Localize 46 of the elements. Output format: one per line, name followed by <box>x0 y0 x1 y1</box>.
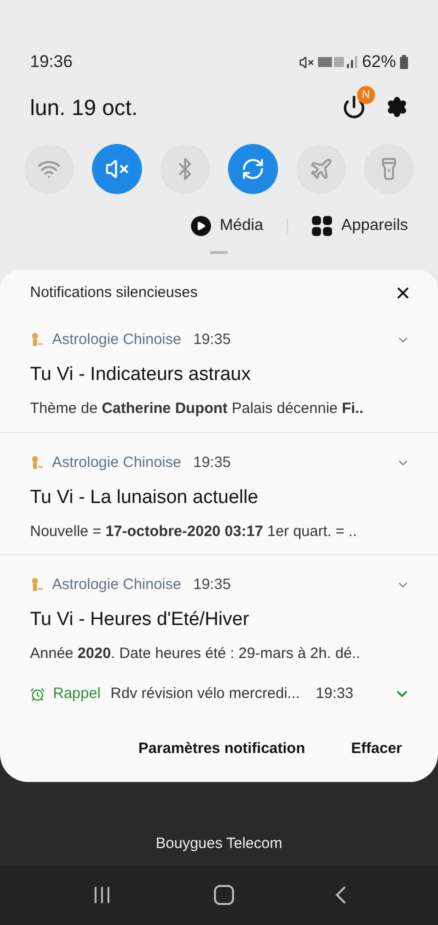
quick-toggle[interactable] <box>24 144 74 194</box>
person-icon <box>30 455 44 471</box>
battery-icon <box>400 55 408 69</box>
quick-toggle[interactable] <box>160 144 210 194</box>
quick-toggle[interactable] <box>296 144 346 194</box>
notification-badge: N <box>357 86 375 104</box>
quick-toggle[interactable] <box>364 144 414 194</box>
notification-title: Tu Vi - La lunaison actuelle <box>30 486 260 510</box>
battery-percentage: 62% <box>362 51 396 74</box>
drag-handle[interactable] <box>210 251 228 254</box>
notification-time: 19:35 <box>193 574 231 595</box>
notification-settings-button[interactable]: Paramètres notification <box>138 738 306 760</box>
person-icon <box>30 332 44 348</box>
mute-icon <box>298 54 314 70</box>
play-icon <box>190 216 211 236</box>
app-name: Astrologie Chinoise <box>52 452 182 473</box>
notification-body: Année 2020. Date heures été : 29-mars à 2h. dé.. <box>30 644 362 664</box>
app-name: Astrologie Chinoise <box>52 574 182 595</box>
home-button[interactable] <box>214 885 234 905</box>
clock: 19:36 <box>30 51 73 74</box>
clear-button[interactable]: Effacer <box>351 738 402 760</box>
notification-title: Tu Vi - Indicateurs astraux <box>30 363 252 387</box>
notification-body: Thème de Catherine Dupont Palais décennie Fi.. <box>30 398 364 418</box>
devices-button[interactable]: Appareils <box>312 214 408 238</box>
notification-title: Tu Vi - Heures d'Eté/Hiver <box>30 608 250 632</box>
airplane-icon <box>309 157 333 181</box>
date: lun. 19 oct. <box>30 94 138 122</box>
back-icon[interactable] <box>335 885 348 905</box>
notification-time: 19:35 <box>193 452 231 473</box>
notification-time: 19:35 <box>193 330 231 350</box>
grid-icon <box>312 216 332 236</box>
notification-time: 19:33 <box>316 684 354 704</box>
quick-toggle[interactable] <box>228 144 278 194</box>
quick-toggle[interactable] <box>92 144 142 194</box>
notification-body: Nouvelle = 17-octobre-2020 03:17 1er quart. = .. <box>30 522 358 542</box>
panel-title: Notifications silencieuses <box>30 282 198 303</box>
signal-icon <box>318 55 358 69</box>
app-name: Rappel <box>53 684 101 704</box>
rotate-icon <box>241 157 265 181</box>
media-button[interactable]: Média <box>190 214 264 238</box>
app-name: Astrologie Chinoise <box>52 330 182 350</box>
mute-icon <box>105 157 129 181</box>
person-icon <box>30 577 44 593</box>
carrier-name: Bouygues Telecom <box>156 834 282 854</box>
alarm-icon <box>30 686 45 702</box>
notification-text: Rdv révision vélo mercredi... <box>110 684 300 704</box>
